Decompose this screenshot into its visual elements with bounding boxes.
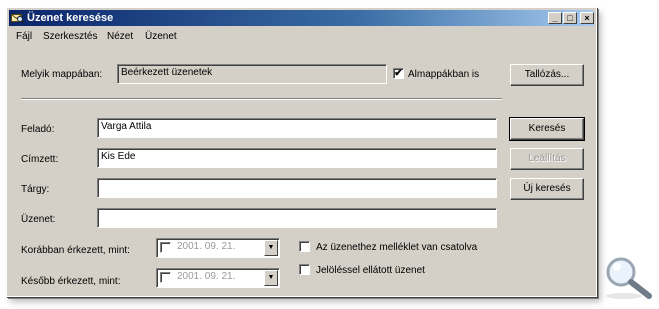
folder-field[interactable]: Beérkezett üzenetek (117, 64, 387, 84)
received-after-value: 2001. 09. 21. (177, 271, 236, 282)
received-before-value: 2001. 09. 21. (177, 241, 236, 252)
search-button[interactable]: Keresés (509, 117, 585, 141)
subject-label: Tárgy: (21, 184, 50, 195)
envelope-search-icon (11, 12, 25, 24)
check-icon: ✔ (394, 68, 403, 79)
maximize-icon: □ (567, 13, 573, 23)
received-before-checkbox[interactable] (160, 242, 171, 253)
attachment-label[interactable]: Az üzenethez melléklet van csatolva (316, 242, 477, 253)
received-before-date[interactable]: 2001. 09. 21. ▼ (156, 238, 280, 258)
separator (21, 98, 502, 100)
menu-message[interactable]: Üzenet (145, 31, 177, 42)
from-input[interactable]: Varga Attila (97, 118, 497, 138)
flagged-label[interactable]: Jelöléssel ellátott üzenet (316, 265, 425, 276)
flagged-checkbox[interactable] (299, 264, 310, 275)
received-before-label: Korábban érkezett, mint: (21, 245, 130, 256)
received-after-checkbox[interactable] (160, 272, 171, 283)
close-button[interactable]: × (580, 12, 594, 24)
close-icon: × (584, 13, 590, 23)
stop-button[interactable]: Leállítás (510, 148, 584, 170)
title-bar[interactable]: Üzenet keresése _ □ × (9, 10, 594, 26)
subject-input[interactable] (97, 178, 497, 198)
chevron-down-icon[interactable]: ▼ (264, 240, 278, 256)
subfolders-checkbox[interactable]: ✔ (393, 68, 404, 79)
attachment-checkbox[interactable] (299, 241, 310, 252)
minimize-button[interactable]: _ (548, 12, 562, 24)
message-input[interactable] (97, 208, 497, 228)
menu-file[interactable]: Fájl (16, 31, 32, 42)
browse-button[interactable]: Tallózás... (510, 64, 584, 86)
chevron-down-icon[interactable]: ▼ (264, 270, 278, 286)
menu-view[interactable]: Nézet (107, 31, 133, 42)
folder-label: Melyik mappában: (21, 69, 103, 80)
menu-edit[interactable]: Szerkesztés (43, 31, 97, 42)
to-label: Címzett: (21, 154, 59, 165)
find-message-window: Üzenet keresése _ □ × Fájl Szerkesztés N… (6, 7, 597, 297)
subfolders-label[interactable]: Almappákban is (408, 69, 479, 80)
maximize-button[interactable]: □ (563, 12, 577, 24)
minimize-icon: _ (552, 13, 558, 23)
from-label: Feladó: (21, 124, 55, 135)
received-after-date[interactable]: 2001. 09. 21. ▼ (156, 268, 280, 288)
window-title: Üzenet keresése (27, 12, 114, 24)
received-after-label: Később érkezett, mint: (21, 276, 121, 287)
magnifier-icon[interactable] (604, 255, 656, 301)
new-search-button[interactable]: Új keresés (510, 178, 584, 200)
to-input[interactable]: Kis Ede (97, 148, 497, 168)
message-label: Üzenet: (21, 214, 56, 225)
